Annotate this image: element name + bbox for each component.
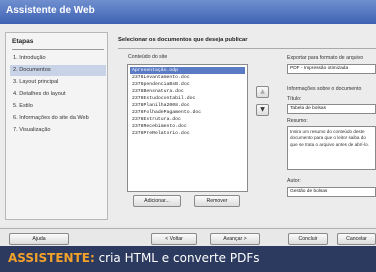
list-item[interactable]: 2378Recebimento.doc	[130, 123, 245, 130]
remove-document-button[interactable]: Remover	[194, 195, 240, 207]
heading-divider	[118, 48, 376, 49]
step-estilo[interactable]: 5. Estilo	[10, 101, 106, 112]
step-detalhes-layout[interactable]: 4. Detalhes do layout	[10, 89, 106, 100]
step-visualizacao[interactable]: 7. Visualização	[10, 125, 106, 136]
summary-label: Resumo:	[287, 118, 308, 124]
help-button[interactable]: Ajuda	[9, 233, 69, 245]
author-label: Autor:	[287, 178, 301, 184]
list-item[interactable]: 2378FolhadePagamento.doc	[130, 109, 245, 116]
steps-divider	[12, 49, 104, 50]
export-format-label: Exportar para formato de arquivo	[287, 55, 364, 61]
back-button[interactable]: < Voltar	[151, 233, 197, 245]
step-layout-principal[interactable]: 3. Layout principal	[10, 77, 106, 88]
list-item[interactable]: 2378pendenciaBsB.doc	[130, 81, 245, 88]
next-button[interactable]: Avançar >	[210, 233, 260, 245]
cancel-button[interactable]: Cancelar	[337, 233, 376, 245]
list-item[interactable]: 2378Levantamento.doc	[130, 74, 245, 81]
documents-label: Conteúdo do site	[128, 54, 168, 60]
list-item[interactable]: 2378Planilha2008.doc	[130, 102, 245, 109]
title-bar: Assistente de Web	[0, 0, 376, 24]
move-up-button[interactable]: ▲	[256, 86, 269, 98]
step-informacoes-site[interactable]: 6. Informações do site da Web	[10, 113, 106, 124]
list-item[interactable]: 2378PreRelatorio.doc	[130, 130, 245, 137]
steps-panel: Etapas 1. Introdução 2. Documentos 3. La…	[5, 32, 108, 220]
caption-description: cria HTML e converte PDFs	[94, 251, 260, 265]
page-heading: Selecionar os documentos que deseja publ…	[118, 37, 248, 43]
documents-list[interactable]: Apresentação.odp 2378Levantamento.doc 23…	[127, 64, 248, 192]
caption-bar: ASSISTENTE: cria HTML e converte PDFs	[0, 246, 376, 272]
export-format-select[interactable]: PDF - Impressão otimizada	[287, 64, 376, 74]
summary-textarea[interactable]: Insira um resumo do conteúdo deste docum…	[287, 126, 376, 170]
steps-heading: Etapas	[12, 38, 34, 45]
title-label: Título:	[287, 96, 302, 102]
wizard-content: Etapas 1. Introdução 2. Documentos 3. La…	[0, 24, 376, 226]
document-info-label: Informações sobre o documento	[287, 86, 362, 92]
footer-divider	[0, 228, 376, 229]
list-item[interactable]: 2378Estudocontabil.doc	[130, 95, 245, 102]
author-field[interactable]: Gestão de bolsas	[287, 187, 376, 197]
caption-keyword: ASSISTENTE:	[8, 251, 95, 265]
add-document-button[interactable]: Adicionar...	[133, 195, 181, 207]
window-title: Assistente de Web	[6, 5, 95, 16]
step-documentos[interactable]: 2. Documentos	[10, 65, 106, 76]
finish-button[interactable]: Concluir	[288, 233, 328, 245]
web-wizard-window: Assistente de Web Etapas 1. Introdução 2…	[0, 0, 376, 272]
step-introducao[interactable]: 1. Introdução	[10, 53, 106, 64]
caption-text: ASSISTENTE: cria HTML e converte PDFs	[8, 251, 260, 265]
list-item[interactable]: 2378Bensnatura.doc	[130, 88, 245, 95]
move-down-button[interactable]: ▼	[256, 104, 269, 116]
title-field[interactable]: Tabela de bolsas	[287, 104, 376, 114]
list-item[interactable]: 2378Estrutura.doc	[130, 116, 245, 123]
list-item[interactable]: Apresentação.odp	[130, 67, 245, 74]
